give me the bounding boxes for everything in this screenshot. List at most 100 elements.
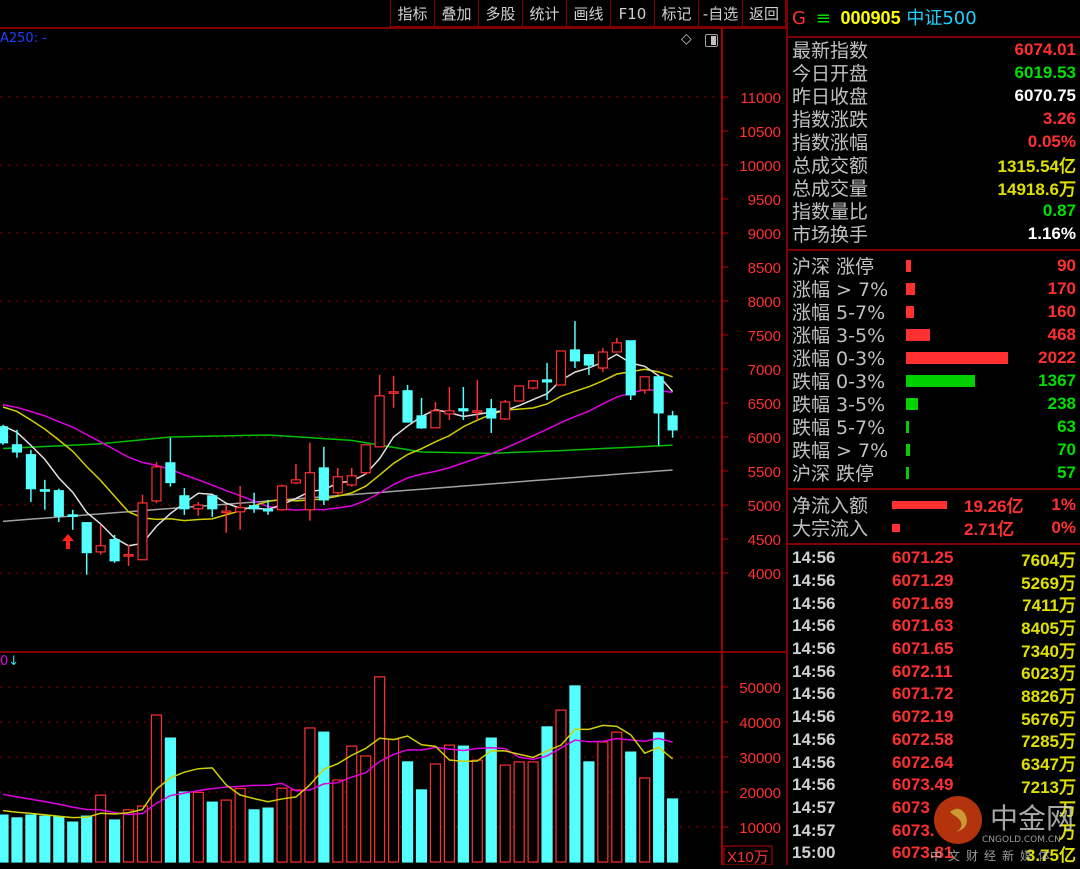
volume-bar [653, 732, 665, 863]
tick-row: 14:56 6072.19 5676万 [788, 706, 1080, 729]
g-badge[interactable]: G [792, 8, 806, 29]
breadth-row: 跌幅 3-5% 238 [788, 392, 1080, 417]
breadth-bar [906, 375, 975, 387]
breadth-value: 160 [1047, 301, 1076, 321]
watermark-logo: 中金网 CNGOLD.COM.CN 中文财经新媒体 [920, 790, 1080, 865]
flow-label: 大宗流入 [792, 518, 869, 540]
tick-row: 14:56 6071.72 8826万 [788, 683, 1080, 706]
candle-up [95, 545, 106, 553]
candle-down [667, 415, 678, 431]
tick-time: 14:56 [792, 729, 836, 749]
tick-price: 6071.29 [892, 571, 954, 591]
down-arrow-icon: ↓ [8, 654, 20, 669]
volume-legend: 0↓ [0, 654, 19, 669]
volume-bar [625, 751, 637, 863]
volume-bar [401, 761, 414, 863]
diamond-icon[interactable]: ◇ [681, 31, 692, 47]
breadth-bar [906, 329, 930, 341]
candle-down [318, 467, 329, 501]
breadth-row: 沪深 涨停 90 [788, 254, 1080, 279]
flow-value: 2.71亿 [964, 520, 1015, 539]
tick-time: 14:56 [792, 752, 836, 772]
price-tick-label: 8500 [748, 260, 781, 277]
toolbar-button-1[interactable]: 叠加 [434, 0, 478, 28]
flow-pct: 1% [1051, 494, 1076, 514]
tick-price: 6071.69 [892, 593, 954, 613]
candle-down [569, 349, 581, 362]
breadth-value: 2022 [1038, 347, 1076, 367]
candle-up [193, 504, 204, 510]
candle-up [500, 401, 511, 420]
menu-icon[interactable]: ≡ [816, 8, 831, 29]
tick-price: 6072.58 [892, 729, 954, 749]
breadth-row: 跌幅 > 7% 70 [788, 438, 1080, 463]
price-tick-label: 5500 [748, 464, 781, 481]
tick-amount: 5269万 [1021, 573, 1076, 593]
volume-bar [471, 759, 483, 863]
breadth-bar [906, 352, 1008, 364]
flow-bar [892, 524, 900, 532]
tick-time: 14:56 [792, 571, 836, 591]
toolbar: 指标 叠加 多股 统计 画线 F10 标记 -自选 返回 [390, 0, 786, 28]
svg-text:CNGOLD.COM.CN: CNGOLD.COM.CN [982, 835, 1061, 845]
breadth-bar [906, 283, 915, 295]
stat-row: 最新指数 6074.01 [788, 38, 1080, 63]
tick-row: 14:56 6071.29 5269万 [788, 570, 1080, 593]
candle-down [653, 376, 664, 414]
candle-up [388, 391, 399, 394]
toolbar-button-2[interactable]: 多股 [478, 0, 522, 28]
tick-amount: 6347万 [1021, 755, 1076, 775]
toolbar-button-4[interactable]: 画线 [566, 0, 610, 28]
candle-down [625, 340, 636, 396]
panel-toggle-icon[interactable] [705, 34, 718, 47]
breadth-bar [906, 421, 910, 433]
candle-down [207, 495, 218, 510]
toolbar-button-0[interactable]: 指标 [390, 0, 434, 28]
toolbar-button-7[interactable]: -自选 [698, 0, 742, 28]
tick-price: 6071.72 [892, 684, 954, 704]
flow-value: 19.26亿 [964, 497, 1024, 516]
volume-bar [639, 777, 651, 863]
volume-bar [318, 731, 330, 863]
candle-up [444, 410, 455, 415]
volume-unit-label: X10万 [727, 849, 769, 865]
volume-bar [25, 814, 37, 863]
breadth-row: 跌幅 5-7% 63 [788, 415, 1080, 440]
volume-bar [0, 814, 9, 863]
toolbar-button-3[interactable]: 统计 [522, 0, 566, 28]
candle-down [0, 426, 9, 444]
tick-amount: 5676万 [1021, 709, 1076, 729]
candle-up [639, 376, 650, 391]
volume-bar [81, 815, 93, 863]
stat-value: 1.16% [1027, 223, 1076, 243]
breadth-value: 1367 [1038, 370, 1076, 390]
tick-price: 6071.63 [892, 616, 954, 636]
volume-bar [122, 809, 135, 863]
breadth-value: 170 [1047, 278, 1076, 298]
tick-time: 14:57 [792, 820, 836, 840]
breadth-row: 涨幅 > 7% 170 [788, 277, 1080, 302]
stat-row: 指数量比 0.87 [788, 199, 1080, 224]
volume-tick-label: 40000 [739, 715, 781, 732]
volume-bar [555, 709, 567, 863]
quote-panel: G ≡ 000905 中证500 最新指数 6074.01 今日开盘 6019.53 昨… [786, 0, 1080, 865]
svg-text:中金网: 中金网 [990, 802, 1074, 835]
toolbar-button-5[interactable]: F10 [610, 0, 654, 28]
candle-down [262, 508, 274, 512]
kline-chart[interactable]: 11000 10500 10000 9500 9000 8500 8000 7500 7000 6… [0, 0, 786, 865]
candle-down [583, 354, 595, 366]
tick-price: 6071.65 [892, 639, 954, 659]
flow-pct: 0% [1051, 517, 1076, 537]
breadth-row: 沪深 跌停 57 [788, 461, 1080, 486]
volume-bar [415, 789, 428, 863]
ma10-line [2, 368, 673, 522]
toolbar-button-6[interactable]: 标记 [654, 0, 698, 28]
stat-value: 1315.54亿 [997, 157, 1076, 176]
tick-row: 14:56 6072.58 7285万 [788, 729, 1080, 752]
stat-value: 6019.53 [1014, 62, 1076, 82]
breadth-row: 涨幅 3-5% 468 [788, 323, 1080, 348]
toolbar-button-8[interactable]: 返回 [742, 0, 786, 28]
candle-up [290, 479, 302, 484]
volume-bar [541, 726, 553, 863]
tick-time: 14:56 [792, 548, 836, 568]
